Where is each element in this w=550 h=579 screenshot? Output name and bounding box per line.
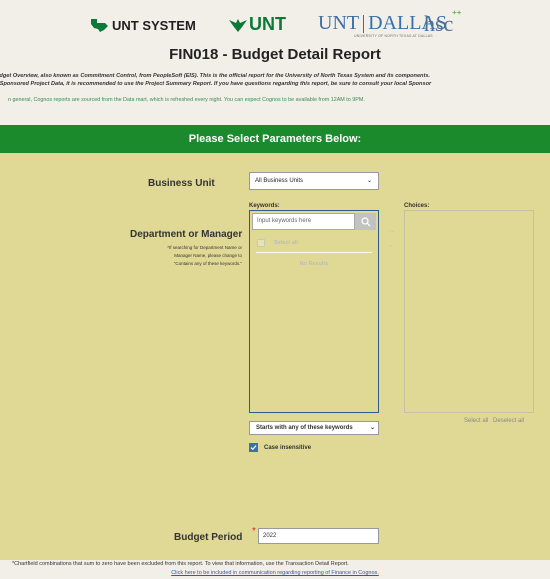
hsc-logo-text: hsc: [424, 11, 454, 36]
business-unit-selected-value: All Business Units: [255, 178, 304, 184]
chevron-down-icon: ⌄: [367, 422, 375, 434]
add-choice-arrow-icon[interactable]: →: [388, 228, 395, 235]
report-description-line-2: r Sponsored Project Data, it is recommen…: [0, 81, 432, 87]
footer-note: *Chartfield combinations that sum to zer…: [12, 561, 349, 567]
case-insensitive-checkbox[interactable]: [249, 443, 258, 452]
keyword-match-selected-value: Starts with any of these keywords: [256, 425, 353, 431]
page-title: FIN018 - Budget Detail Report: [169, 46, 381, 63]
report-description-line-1: udget Overview, also known as Commitment…: [0, 73, 431, 79]
keywords-label: Keywords:: [249, 203, 280, 209]
budget-period-label: Budget Period: [174, 532, 243, 543]
data-refresh-note: n general, Cognos reports are sourced fr…: [8, 97, 365, 103]
logo-separator: [363, 14, 365, 33]
case-insensitive-row[interactable]: Case insensitive: [249, 443, 311, 452]
report-footer: *Chartfield combinations that sum to zer…: [0, 560, 550, 579]
checkmark-icon: [250, 445, 257, 451]
report-description: udget Overview, also known as Commitment…: [0, 72, 550, 88]
budget-period-input[interactable]: 2022: [258, 528, 379, 544]
report-header: UNT SYSTEM UNT UNT DALLAS UNIVERSITY OF …: [0, 0, 550, 125]
department-help-text: *If searching for Department Name or Man…: [112, 244, 242, 268]
select-all-checkbox[interactable]: [257, 239, 265, 247]
logo-bar: UNT SYSTEM UNT UNT DALLAS UNIVERSITY OF …: [0, 9, 550, 41]
unt-system-logo-text: UNT SYSTEM: [112, 17, 196, 33]
communication-signup-link[interactable]: Click here to be included in communicati…: [0, 570, 550, 576]
unt-system-logo: UNT SYSTEM: [88, 17, 196, 33]
hsc-cross-icon: ⁺⁺: [452, 9, 462, 19]
department-label: Department or Manager: [130, 229, 243, 240]
unt-dallas-logo-subtitle: UNIVERSITY OF NORTH TEXAS AT DALLAS: [354, 34, 433, 38]
department-help-line-3: "Contains any of these keywords.": [173, 261, 242, 266]
choices-label: Choices:: [404, 203, 430, 209]
choices-deselect-all-link[interactable]: Deselect all: [493, 418, 524, 424]
hsc-logo: hsc ⁺⁺: [424, 9, 462, 37]
parameters-banner: Please Select Parameters Below:: [0, 125, 550, 153]
choices-select-all-link[interactable]: Select all: [464, 418, 488, 424]
unt-logo-text: UNT: [249, 14, 286, 34]
department-help-line-2: Manager Name, please change to: [174, 253, 242, 258]
keywords-search-input[interactable]: Input keywords here: [252, 213, 355, 230]
required-indicator: *: [252, 526, 256, 537]
choices-actions: Select all Deselect all: [461, 418, 524, 424]
unt-logo: UNT: [228, 14, 286, 35]
remove-choice-arrow-icon[interactable]: ←: [388, 242, 395, 249]
department-help-line-1: *If searching for Department Name or: [167, 245, 242, 250]
search-icon: [360, 216, 370, 226]
choices-list[interactable]: [404, 210, 534, 413]
eagle-icon: [229, 18, 247, 32]
unt-dallas-logo-left: UNT: [318, 12, 360, 34]
chevron-down-icon: ⌄: [366, 178, 372, 184]
select-all-label: Select all: [274, 240, 298, 246]
business-unit-select[interactable]: All Business Units ⌄: [249, 172, 379, 190]
case-insensitive-label: Case insensitive: [264, 444, 312, 451]
list-divider: [256, 252, 372, 253]
select-all-row[interactable]: Select all: [257, 239, 298, 247]
business-unit-label: Business Unit: [148, 178, 215, 189]
no-results-text: No Results: [299, 261, 329, 267]
keyword-match-select[interactable]: Starts with any of these keywords ⌄: [249, 421, 379, 435]
texas-shape-icon: [91, 19, 108, 32]
search-button[interactable]: [355, 213, 376, 230]
